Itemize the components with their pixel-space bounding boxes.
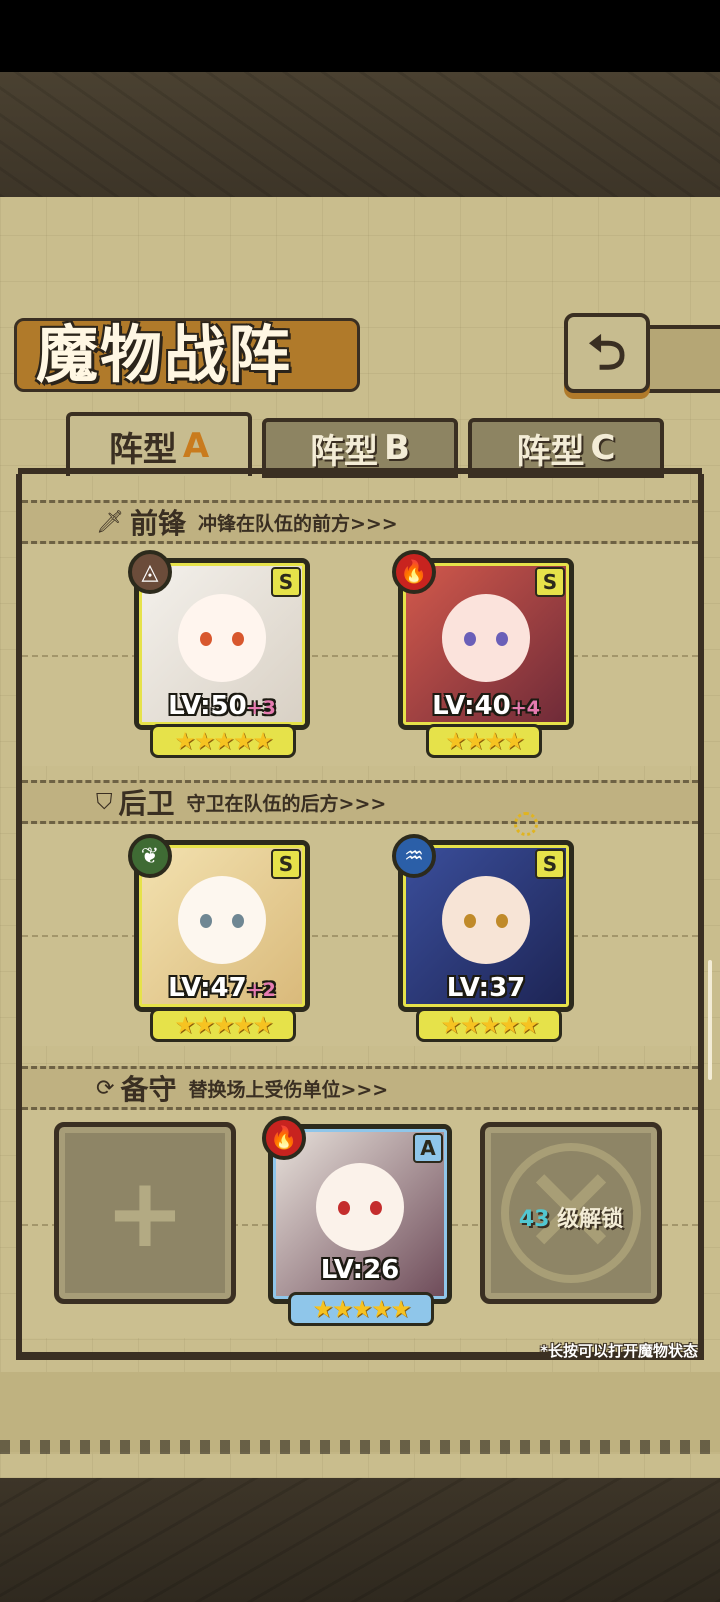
section-front-header: 🗡 前锋 冲锋在队伍的前方>>> [22, 500, 698, 544]
back-button-rail [646, 325, 720, 393]
tab-label: 阵型 [108, 429, 177, 470]
section-desc: 替换场上受伤单位>>> [188, 1078, 389, 1101]
rear-row [22, 824, 698, 1046]
level-value: LV:40 [432, 691, 511, 721]
section-desc: 守卫在队伍的后方>>> [186, 792, 387, 815]
level-label: LV:40+4 [403, 691, 569, 721]
tap-indicator-icon [514, 812, 538, 836]
tab-label: 阵型 [310, 431, 379, 472]
hint-text: *长按可以打开魔物状态 [540, 1342, 698, 1360]
section-desc: 冲锋在队伍的前方>>> [197, 512, 398, 535]
reserve-slot-empty[interactable]: + [54, 1122, 236, 1304]
eye [338, 1201, 350, 1216]
star-rating: ★★★★★ [150, 724, 296, 758]
tab-letter: B [384, 428, 410, 468]
unlock-text: 级解锁 [557, 1207, 624, 1232]
star-rating: ★★★★★ [288, 1292, 434, 1326]
decorative-edge [0, 1440, 720, 1454]
shield-icon: ⛉ [96, 789, 113, 815]
earth-element-icon: ◬ [128, 550, 172, 594]
nature-element-icon: ❦ [128, 834, 172, 878]
add-unit-icon: + [104, 1157, 186, 1269]
page-title: 魔物战阵 [36, 318, 293, 391]
eye [232, 631, 244, 646]
scrollbar[interactable] [708, 960, 712, 1080]
rank-badge: A [413, 1133, 443, 1163]
fire-element-icon: 🔥 [392, 550, 436, 594]
reserve-slot-locked[interactable]: ✕ 43 级解锁 [480, 1122, 662, 1304]
rank-badge: S [535, 849, 565, 879]
tab-letter: C [590, 428, 616, 468]
section-name: 后卫 [118, 787, 175, 820]
eye [496, 913, 508, 928]
unlock-level: 43 [518, 1207, 550, 1232]
water-element-icon: ♒ [392, 834, 436, 878]
eye [370, 1201, 382, 1216]
eye [232, 913, 244, 928]
level-label: LV:47+2 [139, 973, 305, 1003]
level-label: LV:26 [273, 1255, 447, 1285]
section-rear-header: ⛉ 后卫 守卫在队伍的后方>>> [22, 780, 698, 824]
sword-icon: 🗡 [96, 509, 124, 535]
section-name: 备守 [120, 1073, 177, 1106]
level-value: LV:47 [168, 973, 247, 1003]
swap-icon: ⟳ [96, 1075, 115, 1101]
eye [496, 631, 508, 646]
status-bar [0, 0, 720, 72]
tab-formation-a[interactable]: 阵型 A [66, 412, 252, 476]
tab-label: 阵型 [516, 431, 585, 472]
level-value: LV:37 [446, 973, 526, 1003]
tab-letter: A [182, 426, 210, 466]
unit-portrait [178, 875, 266, 964]
front-row [22, 544, 698, 766]
rank-badge: S [535, 567, 565, 597]
level-bonus: +2 [246, 979, 276, 1001]
unit-portrait [442, 875, 530, 964]
eye [200, 913, 212, 928]
unit-portrait [316, 1163, 404, 1252]
level-bonus: +3 [246, 697, 276, 719]
level-label: LV:37 [403, 973, 569, 1003]
rank-badge: S [271, 567, 301, 597]
section-reserve-header: ⟳ 备守 替换场上受伤单位>>> [22, 1066, 698, 1110]
level-value: LV:26 [320, 1255, 400, 1285]
unlock-requirement: 43 级解锁 [485, 1201, 657, 1233]
eye [464, 913, 476, 928]
unit-portrait [178, 593, 266, 682]
star-rating: ★★★★★ [150, 1008, 296, 1042]
fire-element-icon: 🔥 [262, 1116, 306, 1160]
map-background-bottom [0, 1478, 720, 1602]
eye [464, 631, 476, 646]
rank-badge: S [271, 849, 301, 879]
star-rating: ★★★★★ [416, 1008, 562, 1042]
level-value: LV:50 [168, 691, 247, 721]
back-arrow-icon: ⮌ [587, 325, 627, 381]
unit-portrait [442, 593, 530, 682]
level-bonus: +4 [510, 697, 540, 719]
back-button[interactable]: ⮌ [564, 313, 650, 393]
level-label: LV:50+3 [139, 691, 305, 721]
map-background-top [0, 72, 720, 197]
section-name: 前锋 [129, 507, 186, 540]
eye [200, 631, 212, 646]
star-rating: ★★★★ [426, 724, 542, 758]
